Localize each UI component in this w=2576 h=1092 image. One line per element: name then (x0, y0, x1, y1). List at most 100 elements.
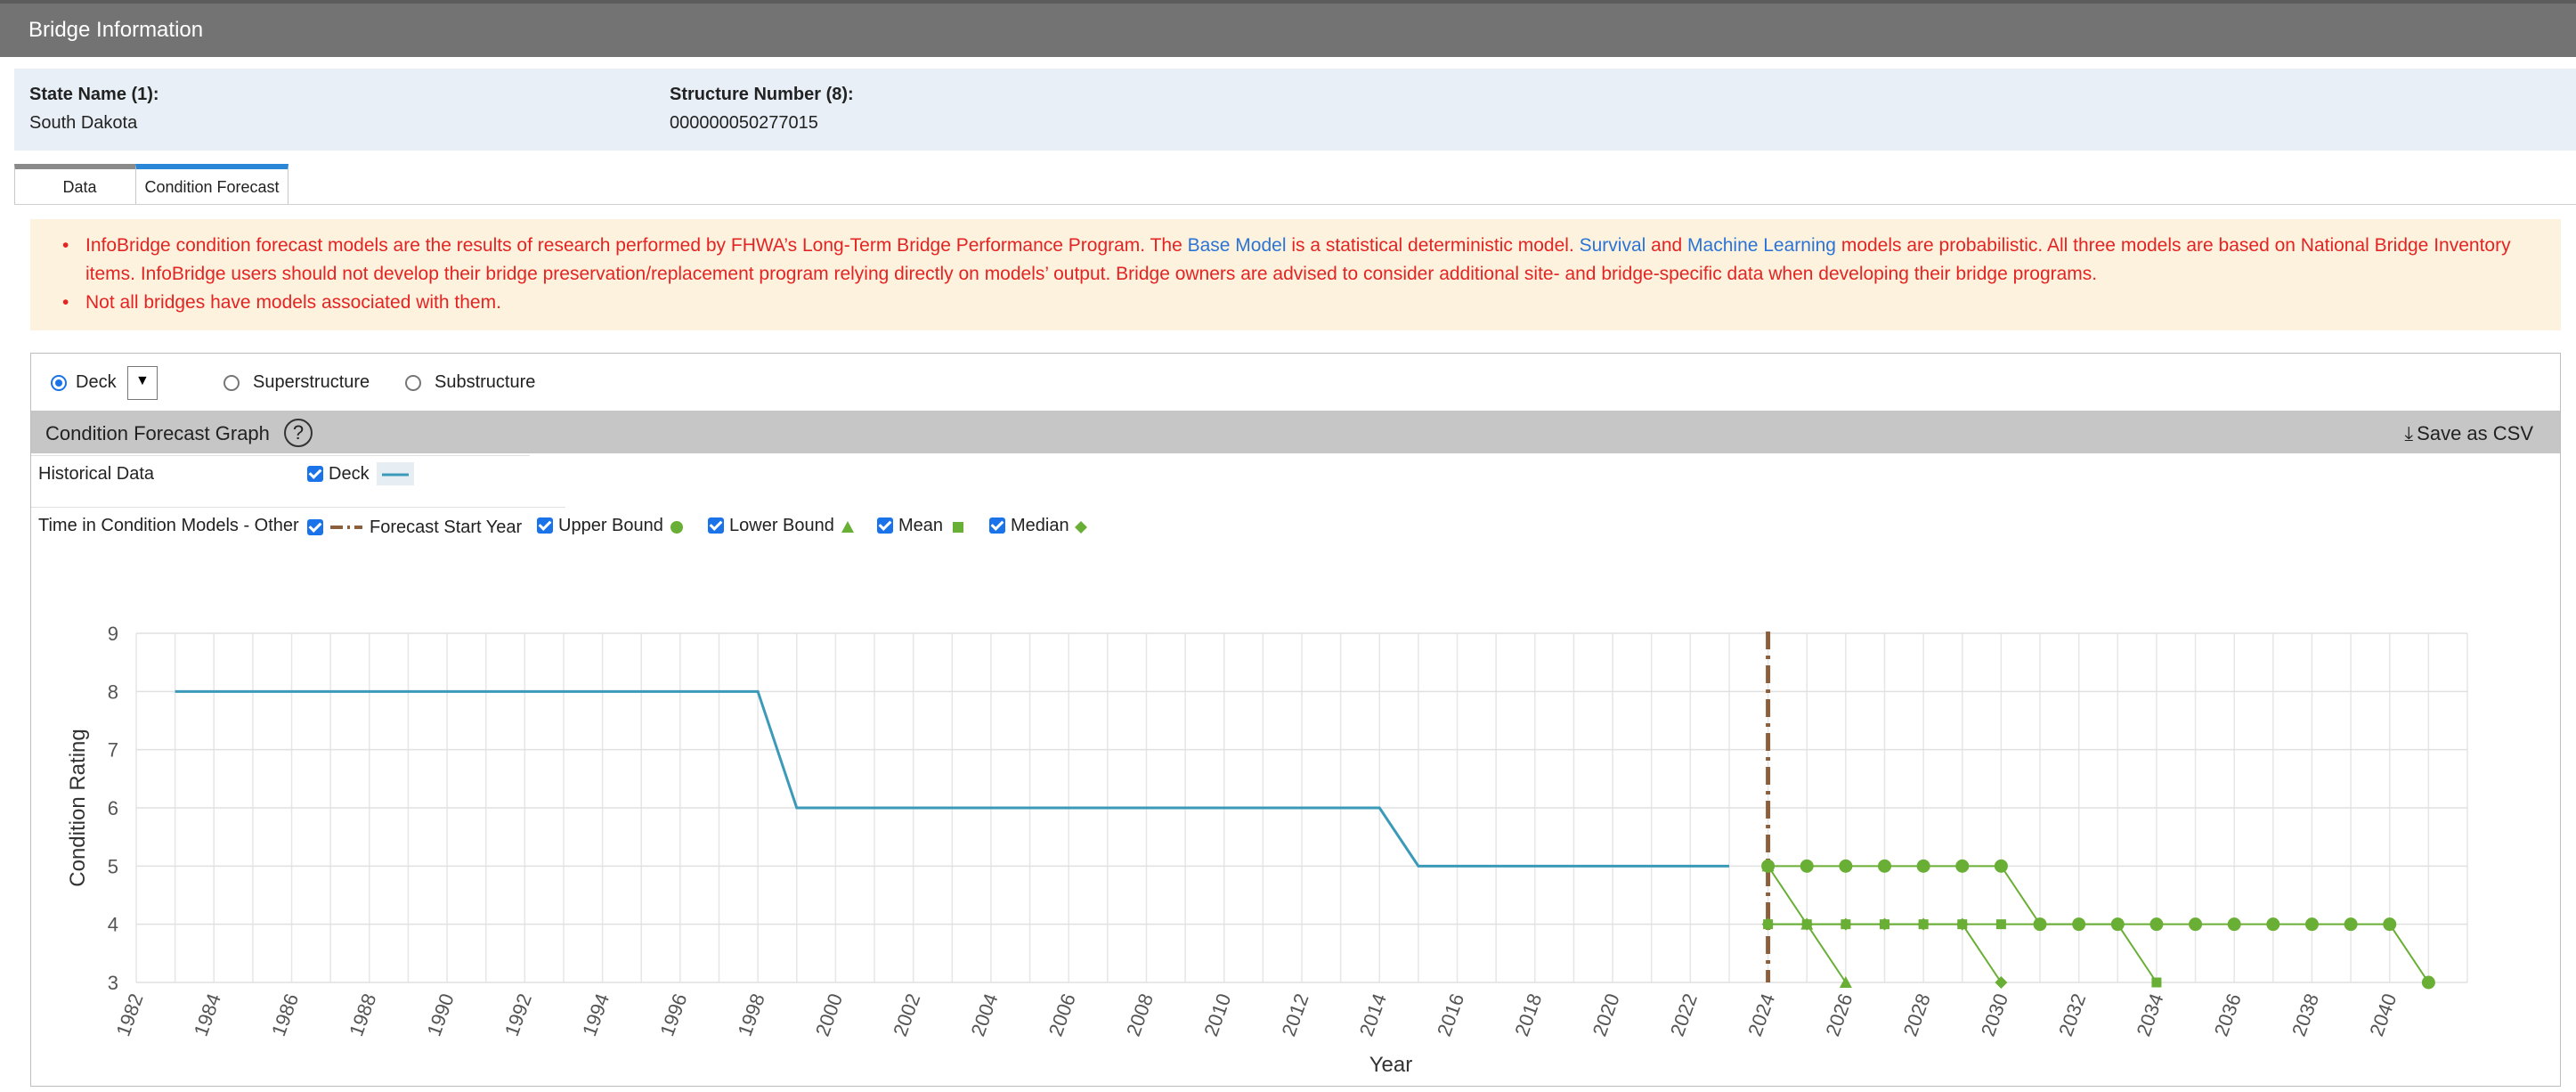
download-icon: ⤓ (2404, 422, 2414, 444)
square-marker-icon (953, 522, 963, 533)
x-tick-label: 1992 (500, 990, 536, 1039)
diamond-marker-icon (1075, 521, 1087, 534)
structure-info: Structure Number (8): 000000050277015 (670, 85, 854, 134)
x-tick-label: 2040 (2365, 990, 2401, 1039)
deck-radio[interactable] (51, 375, 67, 391)
lower-bound-checkbox[interactable] (708, 517, 724, 534)
y-tick-label: 8 (108, 680, 118, 703)
graph-title: Condition Forecast Graph (45, 422, 270, 444)
point-upper-bound (2266, 917, 2280, 932)
state-value: South Dakota (29, 113, 138, 133)
forecast-start-checkbox[interactable] (307, 519, 323, 535)
point-mean (1995, 919, 2006, 930)
forecast-start-label: Forecast Start Year (370, 517, 523, 537)
x-tick-label: 1986 (267, 990, 303, 1039)
state-info: State Name (1): South Dakota (29, 85, 159, 134)
tab-data[interactable]: Data (14, 164, 145, 205)
models-group-label: Time in Condition Models - Other (38, 516, 299, 535)
superstructure-radio[interactable] (223, 375, 240, 391)
base-model-link[interactable]: Base Model (1188, 235, 1287, 256)
x-tick-label: 2026 (1821, 990, 1857, 1039)
x-tick-label: 2032 (2054, 990, 2090, 1039)
superstructure-radio-label: Superstructure (253, 372, 370, 392)
x-tick-label: 1994 (578, 990, 614, 1039)
x-tick-label: 1990 (423, 990, 459, 1039)
forecast-panel: Deck ▼ Superstructure Substructure Condi… (30, 353, 2561, 1087)
point-upper-bound (1800, 859, 1814, 873)
historical-data-label: Historical Data (38, 464, 155, 484)
y-tick-label: 3 (108, 972, 118, 994)
x-tick-label: 1996 (655, 990, 691, 1039)
notice-item: InfoBridge condition forecast models are… (62, 232, 2547, 289)
point-upper-bound (2421, 975, 2435, 990)
notice-text: InfoBridge condition forecast models are… (85, 235, 1188, 256)
x-tick-label: 1998 (734, 990, 769, 1039)
machine-learning-link[interactable]: Machine Learning (1687, 235, 1836, 256)
historical-legend: Historical Data Deck (31, 460, 565, 487)
x-tick-label: 2022 (1666, 990, 1702, 1039)
lower-bound-label: Lower Bound (729, 516, 834, 535)
mean-label: Mean (898, 516, 944, 535)
x-tick-label: 2014 (1355, 990, 1391, 1039)
point-upper-bound (2383, 917, 2397, 932)
deck-line-icon (377, 462, 414, 485)
x-tick-label: 2016 (1433, 990, 1468, 1039)
x-tick-label: 2038 (2288, 990, 2323, 1039)
x-tick-label: 2012 (1277, 990, 1312, 1039)
median-checkbox[interactable] (989, 517, 1005, 534)
title-bar: Bridge Information (0, 0, 2576, 57)
notice-text: and (1646, 235, 1688, 256)
x-tick-label: 2018 (1510, 990, 1546, 1039)
substructure-radio-label: Substructure (435, 372, 536, 392)
question-circle-icon[interactable]: ? (284, 419, 313, 447)
deck-dropdown-button[interactable]: ▼ (127, 366, 158, 400)
x-tick-label: 1984 (190, 990, 225, 1039)
bridge-info-bar: State Name (1): South Dakota Structure N… (14, 69, 2576, 151)
x-tick-label: 2028 (1899, 990, 1935, 1039)
save-csv-button[interactable]: ⤓ Save as CSV (2404, 422, 2533, 445)
y-axis-label: Condition Rating (66, 729, 90, 886)
point-median (1995, 976, 2008, 989)
save-csv-label: Save as CSV (2417, 422, 2533, 444)
x-tick-label: 2000 (811, 990, 847, 1039)
y-tick-label: 9 (108, 623, 118, 645)
upper-bound-checkbox[interactable] (537, 517, 553, 534)
point-upper-bound (2344, 917, 2358, 932)
models-legend: Time in Condition Models - Other Forecas… (31, 512, 1189, 539)
point-mean (2151, 977, 2162, 988)
x-tick-label: 2024 (1743, 990, 1779, 1039)
point-upper-bound (1994, 859, 2008, 873)
point-upper-bound (1839, 859, 1853, 873)
survival-link[interactable]: Survival (1580, 235, 1646, 256)
x-tick-label: 2006 (1044, 990, 1080, 1039)
state-label: State Name (1): (29, 85, 159, 104)
point-upper-bound (2189, 917, 2203, 932)
x-tick-label: 2004 (966, 990, 1002, 1039)
point-upper-bound (1955, 859, 1970, 873)
condition-forecast-chart: 3 4 5 6 7 8 9 1982 1984 1986 1988 1990 1992 1994 1996 1… (66, 623, 2468, 1077)
deck-history-label: Deck (329, 464, 370, 484)
tab-divider (14, 204, 2576, 205)
point-mean (2112, 919, 2123, 930)
y-tick-label: 7 (108, 739, 118, 762)
mean-checkbox[interactable] (877, 517, 893, 534)
x-tick-label: 1988 (345, 990, 380, 1039)
substructure-radio[interactable] (405, 375, 421, 391)
window-title: Bridge Information (28, 18, 204, 42)
deck-radio-label: Deck (76, 372, 117, 392)
point-upper-bound (2227, 917, 2241, 932)
y-tick-label: 4 (108, 914, 118, 936)
deck-history-checkbox[interactable] (307, 466, 323, 482)
legend-divider (31, 507, 565, 508)
notice-text: is a statistical deterministic model. (1286, 235, 1580, 256)
upper-bound-label: Upper Bound (558, 516, 663, 535)
point-upper-bound (2304, 917, 2319, 932)
x-tick-label: 1982 (111, 990, 147, 1039)
median-label: Median (1011, 516, 1069, 535)
tab-condition-forecast[interactable]: Condition Forecast (135, 164, 288, 205)
y-tick-label: 6 (108, 797, 118, 819)
x-tick-label: 2002 (889, 990, 924, 1039)
point-upper-bound (1878, 859, 1891, 873)
x-tick-label: 2036 (2210, 990, 2246, 1039)
triangle-marker-icon (841, 521, 854, 533)
